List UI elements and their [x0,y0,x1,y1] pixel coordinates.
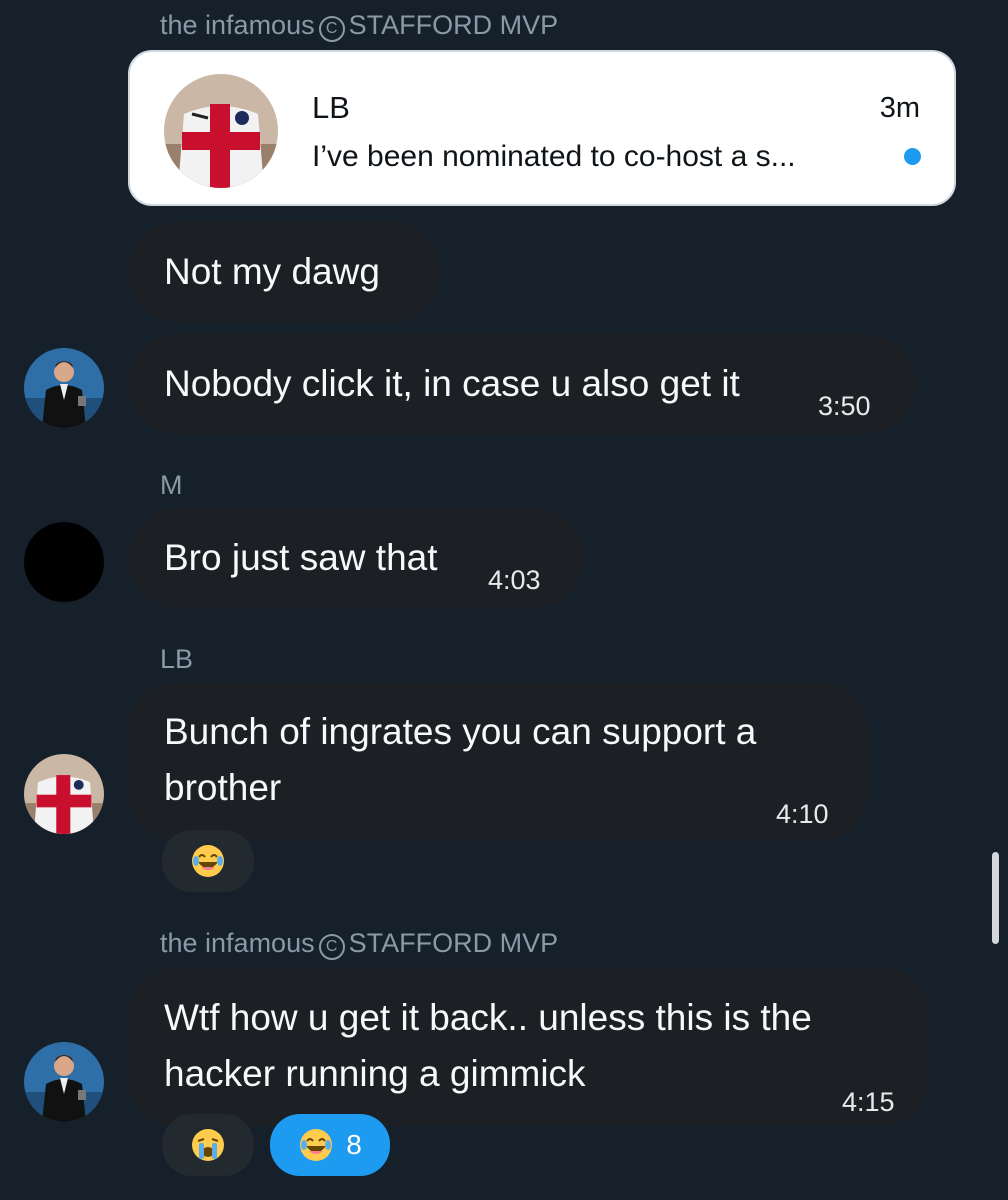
sender-name: M [160,470,183,500]
shared-message-card[interactable]: LB 3m I’ve been nominated to co-host a s… [128,50,956,206]
card-preview-text: I’ve been nominated to co-host a s... [312,140,796,173]
sender-name: LB [160,644,194,674]
copyright-icon: C [318,16,345,42]
message-bubble[interactable]: Wtf how u get it back.. unless this is t… [128,968,930,1126]
message-text: Nobody click it, in case u also get it [164,363,740,404]
message-text: Bro just saw that [164,537,438,578]
black-circle-avatar[interactable] [24,522,104,602]
message-timestamp: 4:03 [488,565,541,595]
crying-emoji-icon [192,1129,224,1161]
man-in-suit-avatar[interactable] [24,1042,104,1122]
sender-name-part: the infamous [160,10,315,40]
message-text-line: brother [164,767,282,808]
soccer-jersey-avatar [164,74,278,188]
man-in-suit-avatar[interactable] [24,348,104,428]
message-timestamp: 4:15 [842,1087,895,1117]
reaction-chip[interactable] [162,830,254,892]
message-bubble[interactable]: Nobody click it, in case u also get it 3… [128,334,916,434]
reaction-count: 8 [346,1129,362,1160]
message-text-line: hacker running a gimmick [164,1053,586,1094]
scrollbar[interactable] [992,852,999,944]
copyright-icon: C [318,934,345,960]
sender-name: the infamous C STAFFORD MVP [160,12,558,42]
reaction-chip-selected[interactable]: 8 [270,1114,390,1176]
card-timestamp: 3m [879,92,920,124]
sender-name-part: the infamous [160,928,315,958]
soccer-jersey-avatar[interactable] [24,754,104,834]
sender-name-part: STAFFORD MVP [348,928,559,958]
sender-name: the infamous C STAFFORD MVP [160,930,558,960]
message-text: Not my dawg [164,251,380,292]
card-sender-name: LB [312,90,350,125]
message-text-line: Wtf how u get it back.. unless this is t… [164,997,812,1038]
laughing-tears-emoji-icon [300,1129,333,1161]
message-bubble[interactable]: Bro just saw that 4:03 [128,508,584,608]
unread-dot-icon [904,148,921,165]
message-bubble[interactable]: Not my dawg [128,222,440,322]
reaction-chip[interactable] [162,1114,254,1176]
message-bubble[interactable]: Bunch of ingrates you can support a brot… [128,682,868,840]
message-timestamp: 3:50 [818,391,871,421]
message-text-line: Bunch of ingrates you can support a [164,711,757,752]
message-timestamp: 4:10 [776,799,829,829]
laughing-tears-emoji-icon [192,845,224,877]
sender-name-part: STAFFORD MVP [348,10,559,40]
